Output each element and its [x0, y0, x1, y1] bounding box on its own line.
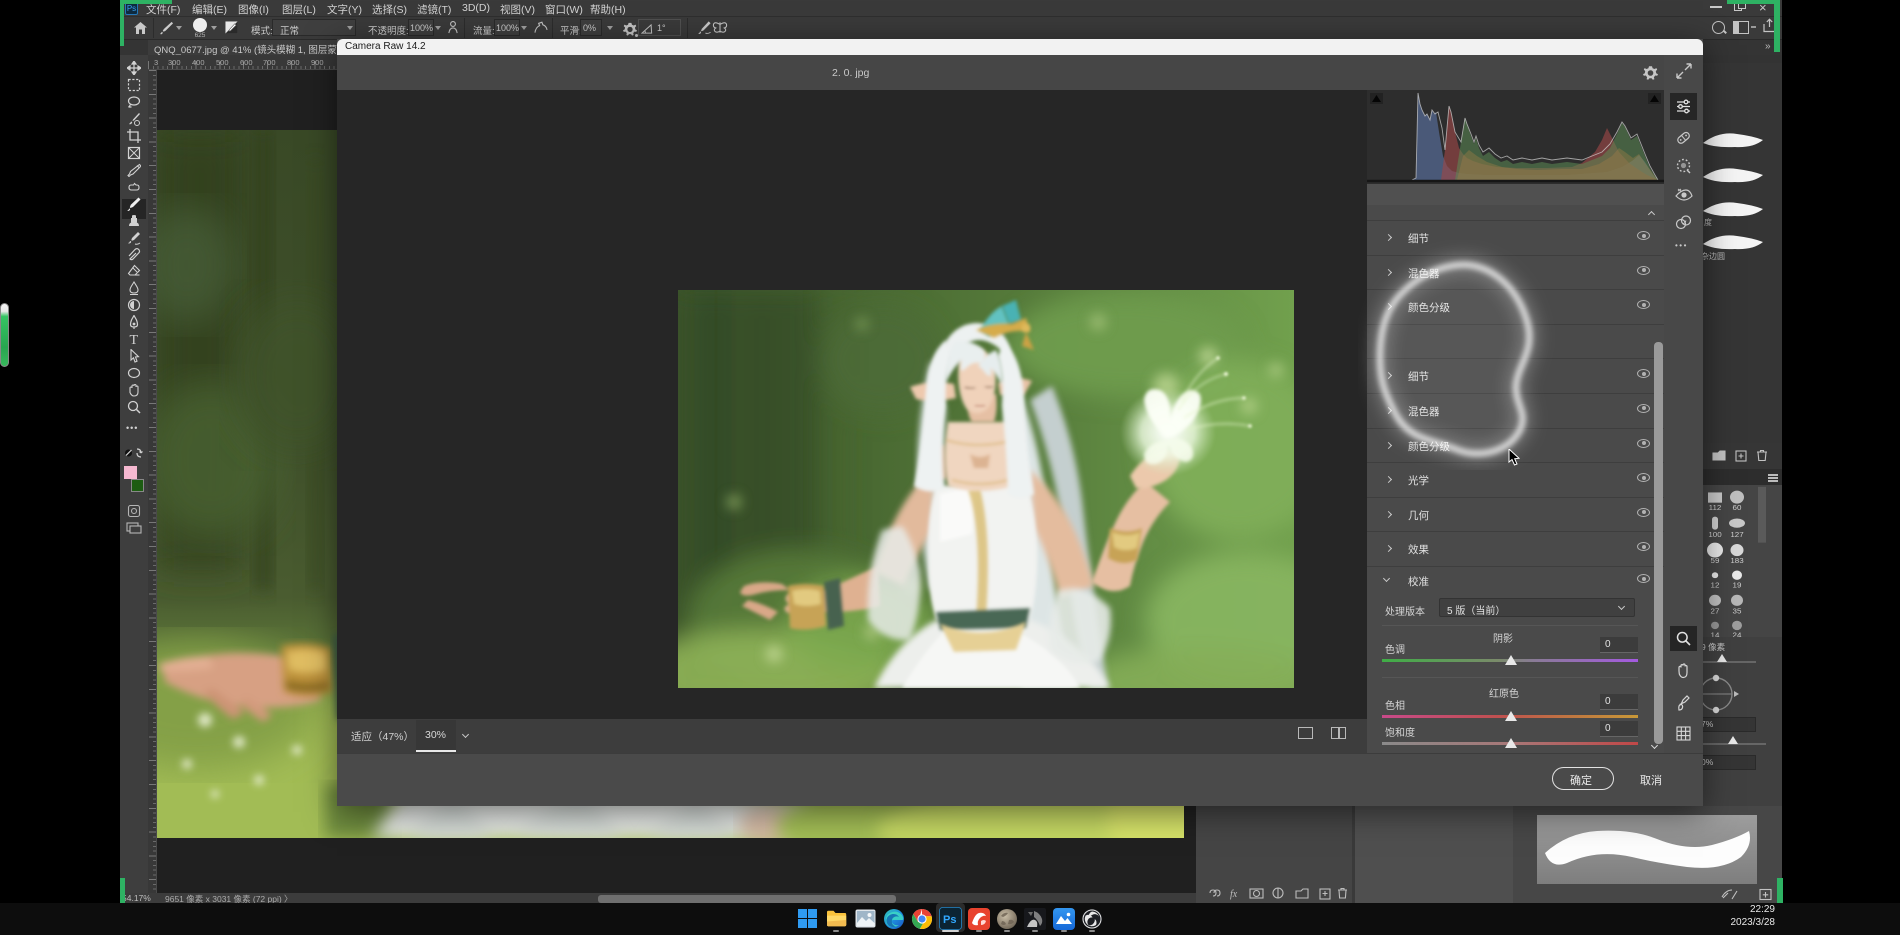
svg-text:19: 19 [1733, 581, 1742, 590]
svg-text:100: 100 [1708, 530, 1721, 539]
svg-text:59: 59 [1711, 556, 1720, 565]
svg-text:183: 183 [1730, 556, 1743, 565]
svg-text:27: 27 [1711, 607, 1720, 616]
svg-text:112: 112 [1709, 503, 1722, 512]
svg-text:35: 35 [1733, 607, 1742, 616]
svg-text:Ps: Ps [943, 914, 956, 926]
svg-text:12: 12 [1711, 581, 1720, 590]
svg-text:T: T [130, 333, 139, 346]
svg-text:fx: fx [1230, 889, 1238, 900]
svg-text:60: 60 [1733, 503, 1742, 512]
svg-text:127: 127 [1730, 530, 1743, 539]
